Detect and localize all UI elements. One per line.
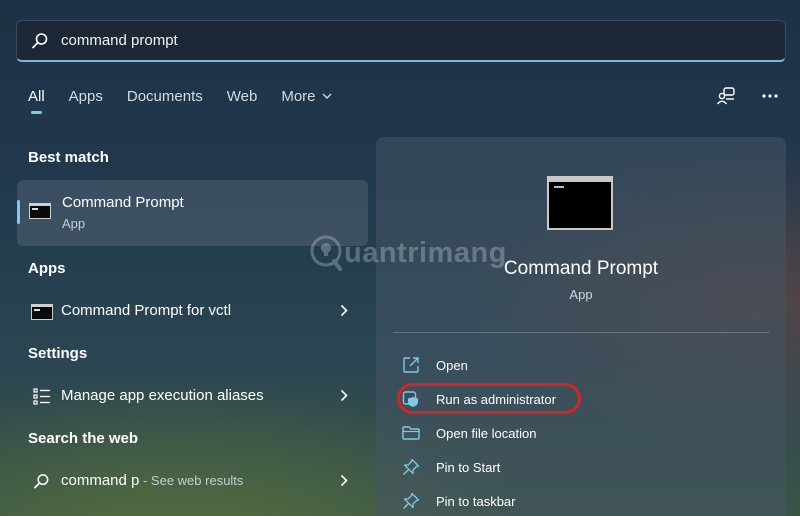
watermark-logo: uantrimang xyxy=(308,234,507,272)
tab-documents[interactable]: Documents xyxy=(127,88,203,105)
tab-apps-label: Apps xyxy=(68,88,103,105)
tab-documents-label: Documents xyxy=(126,88,203,105)
tab-web[interactable]: Web xyxy=(227,88,258,105)
open-file-location-action[interactable]: Open file location xyxy=(402,421,536,445)
open-action[interactable]: Open xyxy=(402,353,468,377)
settings-heading: Settings xyxy=(28,345,88,362)
pin-to-start-label: Pin to Start xyxy=(436,459,501,475)
chevron-right-icon xyxy=(340,389,348,402)
annotation-highlight-ring xyxy=(397,383,581,414)
command-prompt-icon xyxy=(29,203,51,219)
pin-to-taskbar-label: Pin to taskbar xyxy=(436,493,516,509)
folder-icon xyxy=(402,425,422,441)
web-result-label: command p - See web results xyxy=(61,472,243,489)
tab-more[interactable]: More xyxy=(281,88,332,105)
search-icon xyxy=(34,474,49,489)
chevron-down-icon xyxy=(322,93,332,99)
preview-subtitle: App xyxy=(569,287,593,302)
web-result-item[interactable]: command p - See web results xyxy=(17,464,368,498)
tab-web-label: Web xyxy=(226,88,258,105)
filter-tabs: All Apps Documents Web More xyxy=(28,88,356,114)
selection-indicator xyxy=(17,200,20,224)
app-result-label: Command Prompt for vctl xyxy=(61,302,232,319)
settings-result-item[interactable]: Manage app execution aliases xyxy=(17,379,368,413)
pin-to-taskbar-action[interactable]: Pin to taskbar xyxy=(402,489,516,513)
open-label: Open xyxy=(436,357,468,373)
tab-more-label: More xyxy=(281,88,316,105)
tab-apps[interactable]: Apps xyxy=(69,88,103,105)
divider xyxy=(393,332,769,333)
web-query-text: command p xyxy=(61,472,140,489)
command-prompt-icon xyxy=(31,304,53,320)
more-options-icon[interactable] xyxy=(762,94,778,98)
list-icon xyxy=(33,388,50,405)
search-icon xyxy=(32,32,48,48)
search-input[interactable]: command prompt xyxy=(61,32,178,49)
chevron-right-icon xyxy=(340,474,348,487)
apps-heading: Apps xyxy=(28,260,66,277)
command-prompt-large-icon xyxy=(547,176,613,230)
top-right-actions xyxy=(690,86,778,106)
best-match-subtitle: App xyxy=(62,216,86,231)
search-web-heading: Search the web xyxy=(28,430,139,447)
app-result-item[interactable]: Command Prompt for vctl xyxy=(17,294,368,328)
search-box[interactable]: command prompt xyxy=(16,20,786,62)
preview-panel: Command Prompt App Open Run as administr… xyxy=(376,137,786,516)
settings-result-label: Manage app execution aliases xyxy=(61,387,264,404)
watermark-bulb-icon xyxy=(310,235,342,271)
switch-account-icon[interactable] xyxy=(716,86,736,106)
tab-all[interactable]: All xyxy=(28,88,45,114)
open-external-icon xyxy=(402,356,422,374)
watermark-text: uantrimang xyxy=(344,236,507,269)
pin-to-start-action[interactable]: Pin to Start xyxy=(402,455,500,479)
open-file-location-label: Open file location xyxy=(436,425,537,441)
best-match-heading: Best match xyxy=(28,149,109,166)
web-hint-text: - See web results xyxy=(139,473,244,488)
chevron-right-icon xyxy=(340,304,348,317)
pin-icon xyxy=(402,458,422,476)
tab-all-label: All xyxy=(28,88,45,105)
best-match-title: Command Prompt xyxy=(62,194,184,211)
pin-icon xyxy=(402,492,422,510)
